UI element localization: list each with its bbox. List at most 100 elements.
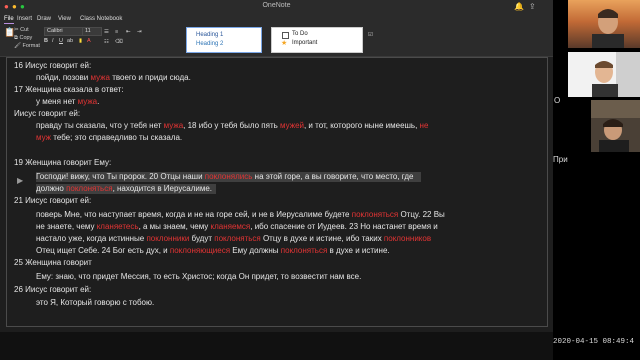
- desktop-bar: [0, 332, 553, 360]
- menu-draw[interactable]: Draw: [37, 16, 51, 22]
- note-line-selected: должно поклоняться, находится в Иерусали…: [36, 184, 217, 194]
- note-text: 16 Иисус говорит ей:: [14, 61, 92, 70]
- note-text: .: [97, 97, 100, 106]
- note-text: Отец ищет Себе. 24 Бог есть дух, и: [36, 246, 170, 255]
- copy-button[interactable]: ⧉ Copy: [14, 35, 32, 42]
- note-line-selected: Господи! вижу, что Ты пророк. 20 Отцы на…: [36, 172, 422, 182]
- strikethrough-button[interactable]: ab: [67, 38, 73, 45]
- note-text: , и тот, которого ныне имеешь,: [303, 121, 420, 130]
- highlighted-word: поклоняться: [351, 210, 399, 219]
- tags-gallery[interactable]: To Do ★ Important: [271, 27, 363, 53]
- ribbon: 📋 ✂ Cut ⧉ Copy 🖌 Format Calibri 11 B I U…: [0, 26, 553, 57]
- highlighted-word: мужей: [280, 121, 304, 130]
- note-line: у меня нет мужа.: [36, 97, 99, 107]
- title-bar: ● ● ● OneNote 🔔 ⇪: [0, 0, 553, 14]
- numbering-icon[interactable]: ≡: [115, 29, 118, 36]
- note-line: 19 Женщина говорит Ему:: [14, 158, 111, 168]
- side-panel-letter: О: [554, 96, 561, 105]
- note-text: 21 Иисус говорит ей:: [14, 196, 92, 205]
- highlighted-word: поклоняться: [214, 234, 261, 243]
- video-timestamp: 2020-04-15 08:49:4: [553, 338, 635, 346]
- font-name-select[interactable]: Calibri: [44, 27, 84, 36]
- bold-button[interactable]: B: [44, 38, 48, 45]
- align-icon[interactable]: ☷: [104, 39, 109, 46]
- highlighted-word: поклоняющиеся: [169, 246, 231, 255]
- italic-button[interactable]: I: [52, 38, 54, 45]
- todo-checkbox-icon[interactable]: ☑: [368, 32, 373, 39]
- note-text: правду ты сказала, что у тебя нет: [36, 121, 164, 130]
- note-text: Ему: знаю, что придет Мессия, то есть Хр…: [36, 272, 362, 281]
- share-icon[interactable]: ⇪: [529, 2, 536, 12]
- note-line: 25 Женщина говорит: [14, 258, 92, 268]
- indent-icon[interactable]: ⇥: [137, 29, 142, 36]
- note-text: в духе и истине.: [327, 246, 390, 255]
- style-heading-1[interactable]: Heading 1: [196, 32, 223, 38]
- format-label: Format: [22, 43, 40, 49]
- participant-3-image: [591, 100, 640, 152]
- highlighted-word: мужа: [77, 97, 98, 106]
- style-heading-2[interactable]: Heading 2: [196, 41, 223, 47]
- participant-video-3[interactable]: [591, 100, 640, 152]
- note-text: , ибо спасение от Иудеев. 23 Но настанет…: [250, 222, 438, 231]
- note-line: не знаете, чему кланяетесь, а мы знаем, …: [36, 222, 438, 232]
- note-text: , а мы знаем, чему: [138, 222, 211, 231]
- note-text: пойди, позови: [36, 73, 91, 82]
- checkbox-icon: [282, 32, 289, 39]
- note-text: настало уже, когда истинные: [36, 234, 147, 243]
- highlighted-word: поклоняться: [66, 184, 113, 193]
- note-text: твоего и приди сюда.: [109, 73, 191, 82]
- side-panel-text: При: [553, 155, 568, 164]
- note-line: поверь Мне, что наступает время, когда и…: [36, 210, 445, 220]
- onenote-window: ● ● ● OneNote 🔔 ⇪ File Insert Draw View …: [0, 0, 553, 332]
- font-size-select[interactable]: 11: [82, 27, 102, 36]
- note-text: будут: [189, 234, 215, 243]
- note-text: Иисус говорит ей:: [14, 109, 81, 118]
- note-text: поверь Мне, что наступает время, когда и…: [36, 210, 352, 219]
- bullets-icon[interactable]: ☰: [104, 29, 109, 36]
- participant-video-1[interactable]: [568, 0, 640, 48]
- note-line: Иисус говорит ей:: [14, 109, 80, 119]
- highlighted-word: поклоняться: [280, 246, 328, 255]
- underline-button[interactable]: U: [59, 38, 63, 45]
- window-title: OneNote: [262, 2, 291, 9]
- participant-video-2[interactable]: [568, 52, 640, 97]
- cut-button[interactable]: ✂ Cut: [14, 27, 29, 34]
- note-text: не знаете, чему: [36, 222, 97, 231]
- clear-formatting-icon[interactable]: ⌫: [115, 39, 123, 46]
- note-text: 25 Женщина говорит: [14, 258, 92, 267]
- notifications-icon[interactable]: 🔔: [514, 2, 524, 12]
- outdent-icon[interactable]: ⇤: [126, 29, 131, 36]
- tag-important[interactable]: Important: [292, 40, 317, 46]
- cut-label: Cut: [20, 27, 29, 33]
- menu-insert[interactable]: Insert: [17, 16, 32, 22]
- note-line: пойди, позови мужа твоего и приди сюда.: [36, 73, 191, 83]
- font-color-icon[interactable]: A: [87, 38, 91, 45]
- note-page[interactable]: 16 Иисус говорит ей: пойди, позови мужа …: [6, 57, 548, 327]
- highlighted-word: мужа: [163, 121, 184, 130]
- note-line: настало уже, когда истинные поклонники б…: [36, 234, 431, 244]
- note-text: у меня нет: [36, 97, 78, 106]
- menu-file[interactable]: File: [4, 16, 14, 24]
- menu-view[interactable]: View: [58, 16, 71, 22]
- note-text: Ему должны: [230, 246, 281, 255]
- highlight-color-icon[interactable]: ▮: [79, 38, 82, 45]
- paragraph-move-handle-icon[interactable]: ▶: [17, 177, 28, 185]
- note-text: 19 Женщина говорит Ему:: [14, 158, 112, 167]
- copy-label: Copy: [19, 35, 33, 41]
- note-line: 16 Иисус говорит ей:: [14, 61, 91, 71]
- video-call-panel: О При: [553, 0, 640, 360]
- note-text: тебе; это справедливо ты сказала.: [51, 133, 183, 142]
- note-text: это Я, Который говорю с тобою.: [36, 298, 155, 307]
- note-text: , находится в Иерусалиме.: [112, 184, 213, 193]
- tag-todo[interactable]: To Do: [292, 31, 308, 37]
- note-line: муж тебе; это справедливо ты сказала.: [36, 133, 182, 143]
- styles-gallery[interactable]: Heading 1 Heading 2: [186, 27, 262, 53]
- note-line: правду ты сказала, что у тебя нет мужа, …: [36, 121, 428, 131]
- star-icon: ★: [281, 40, 288, 47]
- note-text: 26 Иисус говорит ей:: [14, 285, 92, 294]
- format-painter-button[interactable]: 🖌 Format: [14, 43, 40, 50]
- note-text: , 18 ибо у тебя было пять: [183, 121, 281, 130]
- note-line: 21 Иисус говорит ей:: [14, 196, 91, 206]
- menu-class-notebook[interactable]: Class Notebook: [80, 16, 122, 22]
- note-text: должно: [36, 184, 67, 193]
